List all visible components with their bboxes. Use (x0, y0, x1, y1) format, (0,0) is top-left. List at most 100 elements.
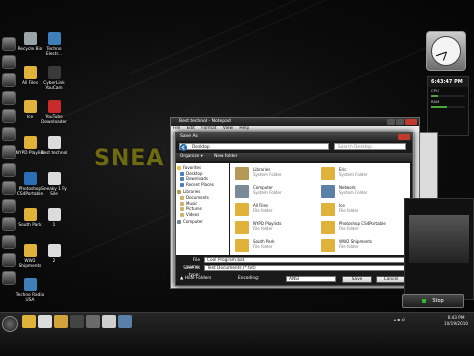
file-type: System Folder (253, 172, 282, 177)
nav-item-videos[interactable]: Videos (176, 212, 229, 218)
desktop-icon-image (23, 172, 37, 185)
minimize-button[interactable] (387, 119, 395, 125)
close-button[interactable] (405, 119, 417, 125)
search-input[interactable]: Search Desktop (334, 143, 406, 150)
file-item[interactable]: WW2 Shipments File folder (318, 237, 406, 255)
maximize-button[interactable] (396, 119, 404, 125)
stop-icon (422, 298, 427, 303)
cancel-button[interactable]: Cancel (376, 276, 406, 283)
file-item[interactable]: Eric System Folder (318, 165, 406, 184)
file-item[interactable]: Computer System Folder (232, 183, 320, 202)
desktop-icon-image (47, 208, 61, 221)
back-arrow-icon[interactable] (179, 143, 188, 152)
desktop-icon-label: Techno Radio USA (15, 293, 45, 303)
desktop-icon-image (23, 208, 37, 221)
gadget-time: 6:43:47 PM (428, 77, 468, 87)
desktop-icon-label: 2 (52, 259, 56, 264)
desktop-icon[interactable]: YouTube Downloader (38, 100, 70, 125)
cpu-label: CPU (431, 88, 439, 93)
desktop-icon-image (23, 66, 37, 79)
ram-meter (431, 106, 448, 108)
address-text: Desktop (192, 145, 210, 150)
new-folder-button[interactable]: New folder (214, 154, 237, 159)
taskbar-media2-icon[interactable] (86, 315, 100, 328)
file-item[interactable]: Libraries System Folder (232, 165, 320, 184)
filename-row: File name: Cool Program.bat (180, 257, 408, 270)
file-type: File folder (253, 208, 273, 213)
notepad-title: Best technol - Notepad (179, 119, 231, 124)
dialog-close-button[interactable] (398, 134, 410, 140)
save-as-dialog[interactable]: Save As Desktop Search Desktop Organize … (175, 132, 413, 286)
star-icon (177, 166, 181, 170)
taskbar-media-icon[interactable] (38, 315, 52, 328)
folder-icon (321, 203, 335, 216)
file-item[interactable]: Network System Folder (318, 183, 406, 202)
nav-computer-header[interactable]: Computer (176, 219, 229, 225)
folder-icon (321, 221, 335, 234)
desktop-icon-image (47, 66, 61, 79)
menu-help[interactable]: Help (239, 126, 249, 131)
file-item[interactable]: South Park File folder (232, 237, 320, 255)
savetype-select[interactable]: Text Documents (*.txt) (204, 265, 408, 271)
stop-button[interactable]: Stop (402, 294, 464, 308)
desktop-icon-image (23, 278, 37, 291)
menu-edit[interactable]: Edit (187, 126, 195, 131)
media-window[interactable] (404, 198, 474, 300)
desktop-icon-label: CyberLink YouCam (43, 81, 65, 91)
file-item[interactable]: NYPD Playlists File folder (232, 219, 320, 238)
encoding-select[interactable]: ANSI (286, 276, 336, 282)
command-bar: Organize ▾ New folder (176, 153, 412, 161)
desktop-icon[interactable]: 1 (38, 208, 70, 228)
address-bar[interactable]: Desktop (179, 143, 329, 152)
folder-icon (235, 221, 249, 234)
pictures-icon (180, 207, 184, 212)
savetype-row: Save as type: Text Documents (*.txt) (180, 265, 408, 278)
hide-folders-toggle[interactable]: ▲ Hide Folders (180, 276, 211, 282)
taskbar-computer-icon[interactable] (118, 315, 132, 328)
desktop-icon-image (23, 100, 37, 113)
dialog-title: Save As (180, 134, 198, 139)
folder-icon (235, 167, 249, 180)
clock-face (431, 36, 461, 66)
videos-icon (180, 212, 184, 217)
taskbar-explorer-icon[interactable] (22, 315, 36, 328)
organize-button[interactable]: Organize ▾ (180, 154, 203, 159)
menu-view[interactable]: View (223, 126, 233, 131)
desktop-icon-image (47, 136, 61, 149)
taskbar-clock[interactable]: 6:43 PM 10/19/2010 (440, 315, 472, 326)
system-tray[interactable]: ▴ ▪ ◂) (394, 317, 405, 322)
file-item[interactable]: All Files File folder (232, 201, 320, 220)
start-button[interactable] (2, 316, 18, 332)
encoding-label: Encoding: (238, 276, 260, 281)
save-button[interactable]: Save (342, 276, 372, 283)
taskbar-notepad-icon[interactable] (102, 315, 116, 328)
computer-icon (177, 220, 181, 225)
desktop-icon[interactable]: Techno Radio USA (14, 278, 46, 303)
folder-icon (235, 185, 249, 198)
desktop-icon-label: YouTube Downloader (41, 115, 67, 125)
taskbar-tools-icon[interactable] (54, 315, 68, 328)
file-type: File folder (253, 226, 273, 231)
desktop-icon-image (23, 244, 37, 257)
desktop-icon[interactable]: CyberLink YouCam (38, 66, 70, 91)
dialog-titlebar[interactable]: Save As (176, 133, 412, 141)
file-item[interactable]: Photoshop CS4Portable File folder (318, 219, 406, 238)
downloads-icon (180, 177, 184, 182)
filename-input[interactable]: Cool Program.bat (204, 257, 408, 263)
desktop-icon-image (23, 136, 37, 149)
desktop-icon[interactable]: Techno Electr... (38, 32, 70, 57)
file-item[interactable]: Ice File folder (318, 201, 406, 220)
desktop-icon[interactable]: Best technol (38, 136, 70, 156)
file-type: File folder (339, 208, 359, 213)
taskbar-webcam-icon[interactable] (70, 315, 84, 328)
desktop-icon-label: 1 (52, 223, 56, 228)
desktop-icon[interactable]: Sneaky 1 Fy Sile (38, 172, 70, 197)
cpu-meter (431, 95, 439, 97)
menu-file[interactable]: File (173, 126, 180, 131)
desktop-icon-label: Best technol (40, 151, 68, 156)
desktop-icon[interactable]: 2 (38, 244, 70, 264)
menu-format[interactable]: Format (201, 126, 216, 131)
notepad-titlebar[interactable]: Best technol - Notepad (171, 118, 419, 126)
nav-item-recent-places[interactable]: Recent Places (176, 182, 229, 188)
desktop-icon-label: Techno Electr... (45, 47, 63, 57)
